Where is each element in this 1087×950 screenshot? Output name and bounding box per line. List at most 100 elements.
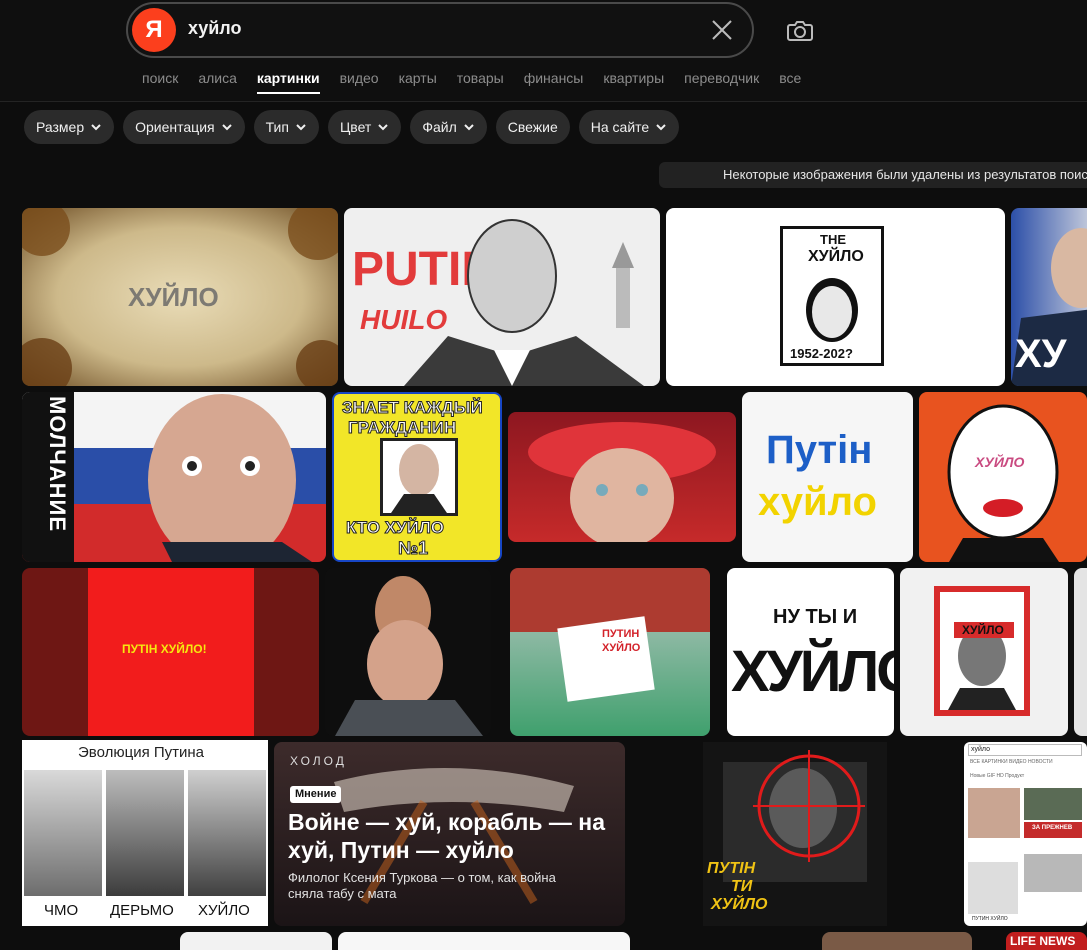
filter-type-label: Тип (265, 119, 289, 135)
chevron-down-icon (221, 124, 232, 131)
filter-fresh-label: Свежие (507, 119, 558, 135)
image-result[interactable]: хуйло ВСЕ КАРТИНКИ ВИДЕО НОВОСТИ Новые G… (964, 742, 1087, 926)
image-text: ЧМО (44, 902, 79, 919)
image-result[interactable]: Путін хуйло (742, 392, 913, 562)
mini-search: хуйло (968, 744, 1082, 756)
image-result[interactable]: ХУЙЛО (22, 208, 338, 386)
tab-maps[interactable]: карты (399, 70, 437, 86)
image-result[interactable]: ХОЛОД Мнение Войне — хуй, корабль — на х… (274, 742, 625, 926)
tab-search[interactable]: поиск (142, 70, 178, 86)
photo-image (528, 422, 716, 542)
photo-3 (188, 770, 266, 896)
close-icon[interactable] (708, 16, 736, 44)
mini-filters: Новые GIF HD Продукт (970, 773, 1025, 779)
image-result[interactable] (822, 932, 972, 950)
image-text: ХУЙЛО (198, 902, 250, 919)
tab-images[interactable]: картинки (256, 70, 320, 94)
filter-size[interactable]: Размер (24, 110, 115, 144)
image-text: КТО ХУЙЛО (346, 518, 445, 538)
image-text: Эволюция Путина (78, 744, 205, 761)
image-text: ХУ (1015, 332, 1067, 376)
filter-color-label: Цвет (339, 119, 372, 135)
search-input[interactable]: хуйло (188, 18, 242, 39)
article-tag: Мнение (290, 786, 342, 803)
image-result[interactable]: ПУТІН ХУЙЛО! (22, 568, 319, 736)
tab-video[interactable]: видео (340, 70, 379, 86)
mini-caption: ЗА ПРЕЖНЕВ (1032, 825, 1073, 831)
yandex-logo[interactable]: Я (132, 8, 176, 52)
image-text: ХУЙЛО (731, 639, 894, 704)
image-result[interactable]: ХУЙЛО (900, 568, 1068, 736)
image-result[interactable]: ЗНАЕТ КАЖДЫЙ ГРАЖДАНИН КТО ХУЙЛО №1 (332, 392, 502, 562)
filter-site-label: На сайте (590, 119, 650, 135)
image-text: хуйло (758, 480, 877, 524)
mini-caption: ПУТИН ХУЙЛО (972, 916, 1008, 922)
mini-tabs: ВСЕ КАРТИНКИ ВИДЕО НОВОСТИ (970, 759, 1053, 765)
camera-icon[interactable] (784, 14, 816, 46)
tab-finance[interactable]: финансы (524, 70, 584, 86)
mini-thumb (968, 862, 1018, 914)
removed-results-notice: Некоторые изображения были удалены из ре… (659, 162, 1087, 188)
image-text: Путін (766, 428, 873, 472)
image-text: LIFE NEWS (1010, 934, 1076, 948)
chevron-down-icon (378, 124, 389, 131)
tab-translate[interactable]: переводчик (684, 70, 759, 86)
article-brand: ХОЛОД (290, 754, 347, 768)
filter-file[interactable]: Файл (410, 110, 487, 144)
image-result[interactable]: LIFE NEWS (1006, 932, 1087, 950)
image-result[interactable]: ХУЙЛО (919, 392, 1087, 562)
image-result[interactable]: THE ХУЙЛО 1952-202? (666, 208, 1005, 386)
image-result[interactable]: Эволюция Путина ЧМО ДЕРЬМО ХУЙЛО (22, 740, 268, 926)
portrait-illustration (404, 219, 644, 386)
tab-realty[interactable]: квартиры (603, 70, 664, 86)
filter-fresh[interactable]: Свежие (495, 110, 570, 144)
image-text: ХУЙЛО (975, 454, 1025, 470)
image-text: ПУТИН (602, 628, 640, 640)
mini-thumb (1024, 788, 1082, 820)
image-text: ХУЙЛО (962, 623, 1004, 637)
image-result[interactable]: МОЛЧАНИЕ (22, 392, 326, 562)
filter-site[interactable]: На сайте (578, 110, 680, 144)
image-result[interactable]: ПУТІН ТИ ХУЙЛО (703, 742, 887, 926)
photo-1 (24, 770, 102, 896)
portrait-illustration (947, 404, 1059, 562)
mini-thumb (968, 788, 1020, 838)
image-text: ПУТІН (707, 860, 756, 877)
image-result[interactable] (508, 412, 736, 542)
filter-orientation[interactable]: Ориентация (123, 110, 245, 144)
tab-alice[interactable]: алиса (198, 70, 237, 86)
article-title: Войне — хуй, корабль — на хуй, Путин — х… (288, 809, 605, 863)
mini-thumb (1024, 854, 1082, 892)
image-text: ХУЙЛО (128, 282, 219, 312)
filter-orientation-label: Ориентация (135, 119, 215, 135)
filter-type[interactable]: Тип (253, 110, 319, 144)
image-text: ПУТІН ХУЙЛО! (122, 642, 207, 656)
portrait-illustration (148, 394, 312, 562)
image-text: ТИ (731, 878, 753, 895)
article-subtitle: Филолог Ксения Туркова — о том, как войн… (288, 870, 556, 901)
image-result[interactable]: PUTIN HUILO (344, 208, 660, 386)
filter-color[interactable]: Цвет (327, 110, 402, 144)
filter-file-label: Файл (422, 119, 457, 135)
filter-bar: Размер Ориентация Тип Цвет Файл Свежие Н… (24, 110, 680, 144)
image-result[interactable] (338, 932, 630, 950)
portrait-illustration (948, 626, 1016, 710)
image-text: ДЕРЬМО (110, 902, 174, 919)
image-result[interactable]: ПУТИН ХУЙЛО (510, 568, 710, 736)
chevron-down-icon (91, 124, 101, 131)
image-result[interactable] (325, 568, 491, 736)
image-result[interactable]: ХУ (1011, 208, 1087, 386)
tab-products[interactable]: товары (457, 70, 504, 86)
image-result[interactable] (1074, 568, 1087, 736)
image-result[interactable] (180, 932, 332, 950)
image-text: ХУЙЛО (711, 896, 768, 913)
tab-all[interactable]: все (779, 70, 801, 86)
service-tabs: поиск алиса картинки видео карты товары … (142, 70, 821, 94)
photo-2 (106, 770, 184, 896)
filter-size-label: Размер (36, 119, 85, 135)
image-text: 1952-202? (790, 346, 853, 361)
chevron-down-icon (656, 124, 666, 131)
image-text: №1 (397, 538, 429, 559)
chevron-down-icon (464, 124, 474, 131)
image-result[interactable]: НУ ТЫ И ХУЙЛО (727, 568, 894, 736)
